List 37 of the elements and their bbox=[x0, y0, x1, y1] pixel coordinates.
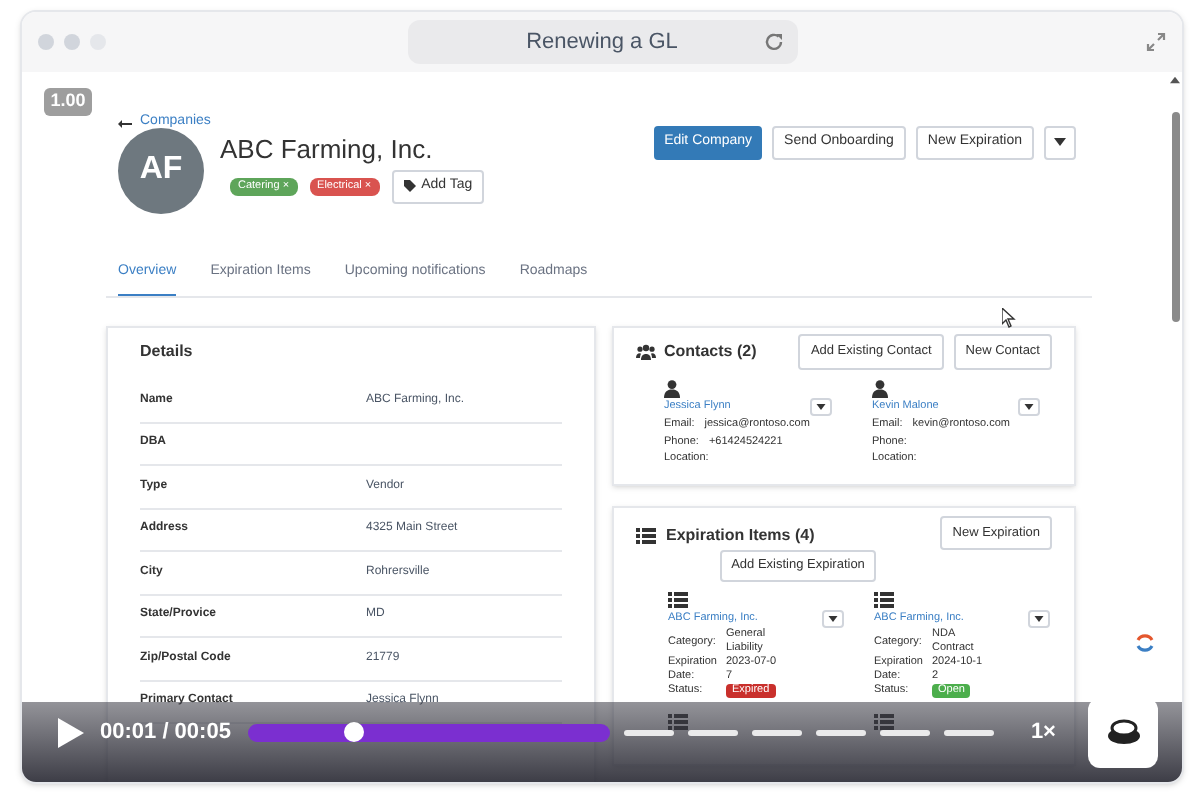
record-button[interactable] bbox=[1088, 697, 1158, 767]
dropdown-button[interactable] bbox=[1018, 398, 1040, 416]
expand-icon[interactable] bbox=[1146, 32, 1166, 52]
person-icon bbox=[664, 380, 680, 398]
card-title: Contacts (2) bbox=[664, 340, 757, 364]
list-icon bbox=[668, 592, 688, 608]
dropdown-button[interactable] bbox=[822, 610, 844, 628]
zoom-badge: 1.00 bbox=[44, 88, 92, 115]
company-avatar: AF bbox=[118, 127, 204, 213]
address-bar[interactable]: Renewing a GL bbox=[407, 20, 797, 64]
scroll-up-icon[interactable] bbox=[1170, 76, 1180, 84]
more-button[interactable] bbox=[1044, 125, 1076, 159]
arrow-left-icon bbox=[118, 119, 132, 127]
person-icon bbox=[872, 380, 888, 398]
caret-icon bbox=[1024, 404, 1034, 410]
pointer-icon bbox=[1002, 308, 1016, 328]
caret-icon bbox=[1034, 616, 1044, 622]
list-icon bbox=[636, 528, 656, 544]
company-name: ABC Farming, Inc. bbox=[220, 133, 435, 165]
reload-icon[interactable] bbox=[763, 32, 783, 52]
chapter-segment[interactable] bbox=[880, 729, 931, 735]
button-icon bbox=[1105, 718, 1141, 746]
caret-icon bbox=[816, 404, 826, 410]
window-title: Renewing a GL bbox=[526, 27, 678, 58]
caret-icon bbox=[828, 616, 838, 622]
speed-label[interactable]: 1× bbox=[1030, 715, 1056, 749]
tag-icon bbox=[403, 180, 416, 192]
list-icon bbox=[874, 592, 894, 608]
dropdown-button[interactable] bbox=[810, 398, 832, 416]
sync-icon[interactable] bbox=[1134, 632, 1156, 654]
card-title: Expiration Items (4) bbox=[666, 524, 815, 548]
caret-icon bbox=[1054, 138, 1066, 146]
play-icon[interactable] bbox=[58, 717, 84, 747]
dropdown-button[interactable] bbox=[1028, 610, 1050, 628]
playback-time: 00:01 / 00:05 bbox=[100, 717, 231, 748]
card-title: Details bbox=[140, 340, 195, 364]
people-icon bbox=[636, 344, 656, 360]
